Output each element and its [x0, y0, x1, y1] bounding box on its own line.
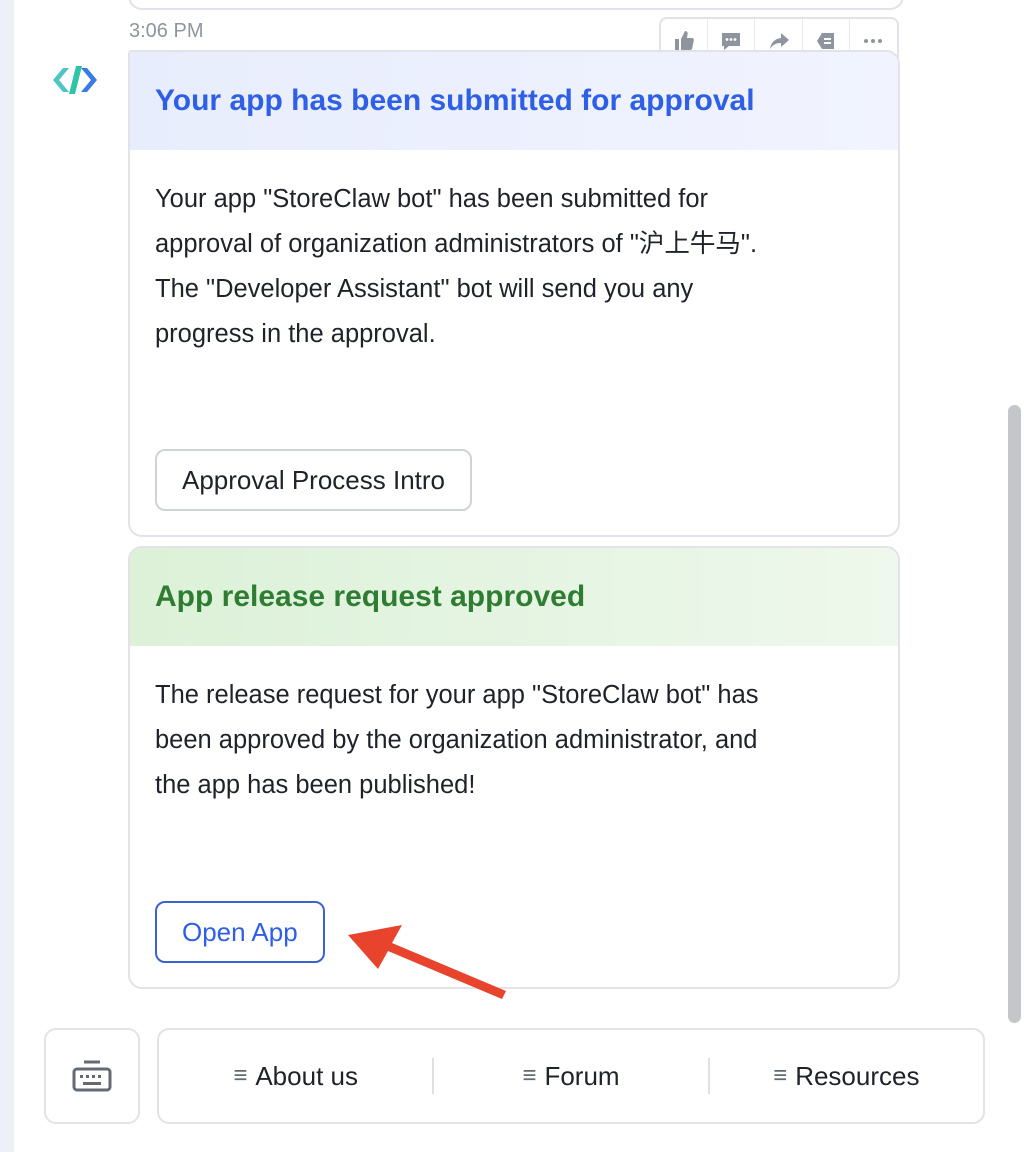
- submitted-approval-card: Your app has been submitted for approval…: [128, 50, 900, 537]
- open-app-button[interactable]: Open App: [155, 901, 325, 963]
- vertical-scrollbar[interactable]: [1008, 405, 1021, 1023]
- bot-menu-bar: ≡ About us ≡ Forum ≡ Resources: [157, 1028, 985, 1124]
- menu-item-resources[interactable]: ≡ Resources: [710, 1061, 983, 1092]
- message-timestamp: 3:06 PM: [129, 20, 204, 42]
- red-pointer-arrow-icon: [348, 925, 506, 999]
- approved-release-card: App release request approved The release…: [128, 546, 900, 989]
- card-body-text: The release request for your app "StoreC…: [155, 681, 759, 799]
- code-logo-icon: [53, 66, 97, 94]
- keyboard-icon: [72, 1060, 112, 1092]
- keyboard-toggle-button[interactable]: [44, 1028, 140, 1124]
- menu-lines-icon: ≡: [233, 1062, 248, 1089]
- menu-item-about-us[interactable]: ≡ About us: [159, 1061, 432, 1092]
- menu-item-forum[interactable]: ≡ Forum: [434, 1061, 707, 1092]
- card-body-text: Your app "StoreClaw bot" has been submit…: [155, 185, 758, 348]
- menu-lines-icon: ≡: [773, 1062, 788, 1089]
- left-panel-edge: [0, 0, 14, 1152]
- menu-lines-icon: ≡: [522, 1062, 537, 1089]
- card-title: App release request approved: [130, 548, 898, 646]
- bot-avatar[interactable]: [46, 58, 104, 104]
- menu-item-label: Forum: [544, 1060, 620, 1091]
- previous-message-card: [128, 0, 904, 10]
- menu-item-label: Resources: [795, 1060, 920, 1091]
- card-title: Your app has been submitted for approval: [130, 52, 898, 150]
- menu-item-label: About us: [255, 1060, 358, 1091]
- approval-process-intro-button[interactable]: Approval Process Intro: [155, 449, 473, 511]
